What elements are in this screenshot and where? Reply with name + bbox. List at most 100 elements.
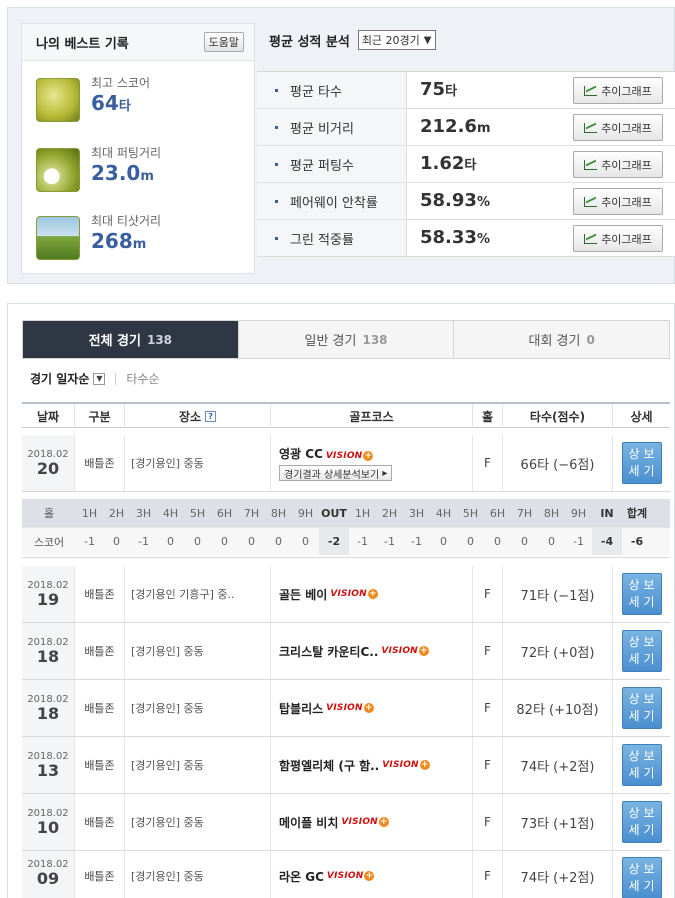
in-score: -4 xyxy=(592,528,622,555)
chevron-down-icon[interactable]: ▼ xyxy=(93,372,106,385)
scorecard-score-label: 스코어 xyxy=(33,535,65,549)
type-cell: 배틀존 xyxy=(74,794,124,850)
hole-cell: F xyxy=(472,851,502,898)
best-teeshot-item: 최대 티샷거리 268m xyxy=(36,212,246,262)
score-cell: 71타 (−1점) xyxy=(502,566,612,622)
bullet-icon xyxy=(275,125,278,129)
trend-graph-button[interactable]: 추이그래프 xyxy=(573,188,663,215)
hole-score: 0 xyxy=(221,535,228,548)
hole-number: 9H xyxy=(297,506,314,520)
course-name[interactable]: 골든 베이 xyxy=(279,586,327,603)
course-name[interactable]: 메이플 비치 xyxy=(279,814,338,831)
tab-normal-games[interactable]: 일반 경기 138 xyxy=(238,321,455,358)
stats-panel: 나의 베스트 기록 도움말 최고 스코어 64타 최대 퍼팅거리 23.0m 최… xyxy=(7,7,675,284)
tab-all-games[interactable]: 전체 경기 138 xyxy=(23,321,239,358)
date-cell: 2018.02 20 xyxy=(22,435,74,491)
course-name[interactable]: 탑블리스 xyxy=(279,700,323,717)
hole-number: 6H xyxy=(489,506,506,520)
detail-cell: 상세 보기 xyxy=(612,737,670,793)
hole-score: -1 xyxy=(84,535,95,548)
sort-by-date[interactable]: 경기 일자순 xyxy=(30,370,89,387)
detail-button[interactable]: 상세 보기 xyxy=(621,801,662,843)
trend-graph-button[interactable]: 추이그래프 xyxy=(573,225,663,252)
scorecard-hole-row: 홀 1H 2H 3H 4H 5H 6H 7H 8H 9H OUT 1H 2H 3… xyxy=(22,499,670,527)
detail-cell: 상세 보기 xyxy=(612,623,670,679)
score-cell: 82타 (+10점) xyxy=(502,680,612,736)
course-cell: 크리스탈 카운티C.. VISION + xyxy=(270,623,472,679)
average-header: 평균 성적 분석 최근 20경기 ▼ xyxy=(269,30,436,50)
sort-by-score[interactable]: 타수순 xyxy=(126,370,159,387)
trend-graph-button[interactable]: 추이그래프 xyxy=(573,114,663,141)
scorecard: 홀 1H 2H 3H 4H 5H 6H 7H 8H 9H OUT 1H 2H 3… xyxy=(22,497,670,558)
help-icon[interactable]: ? xyxy=(205,410,217,422)
date-cell: 2018.02 19 xyxy=(22,566,74,622)
best-teeshot-value: 268m xyxy=(91,229,147,253)
detail-button[interactable]: 상세 보기 xyxy=(621,857,662,898)
analysis-button[interactable]: 경기결과 상세분석보기 ▸ xyxy=(279,465,393,481)
detail-button[interactable]: 상세 보기 xyxy=(621,630,662,672)
course-name[interactable]: 라온 GC xyxy=(279,868,324,885)
col-course: 골프코스 xyxy=(270,404,472,428)
vision-logo: VISION + xyxy=(326,703,374,713)
hole-number: 8H xyxy=(270,506,287,520)
score-cell: 72타 (+0점) xyxy=(502,623,612,679)
table-row: 2018.02 18 배틀존 [경기용인] 중동 크리스탈 카운티C.. VISIO… xyxy=(22,623,670,680)
date-cell: 2018.02 10 xyxy=(22,794,74,850)
hole-number: 7H xyxy=(243,506,260,520)
type-cell: 배틀존 xyxy=(74,737,124,793)
hole-score: -1 xyxy=(573,535,584,548)
chart-icon xyxy=(584,85,598,96)
hole-number: 7H xyxy=(516,506,533,520)
hole-number: 3H xyxy=(408,506,425,520)
course-name[interactable]: 영광 CC xyxy=(279,447,323,461)
average-row: 평균 타수 75타 추이그래프 xyxy=(257,72,675,109)
detail-button[interactable]: 상세 보기 xyxy=(621,744,662,786)
average-row: 평균 비거리 212.6m 추이그래프 xyxy=(257,109,675,146)
tab-tournament-games[interactable]: 대회 경기 0 xyxy=(454,321,670,358)
average-row-value: 75타 xyxy=(420,79,458,100)
chart-icon xyxy=(584,196,598,207)
date-cell: 2018.02 13 xyxy=(22,737,74,793)
trend-graph-button[interactable]: 추이그래프 xyxy=(573,77,663,104)
teeshot-icon xyxy=(36,216,80,260)
best-putting-value: 23.0m xyxy=(91,161,154,185)
place-cell: [경기용인] 중동 xyxy=(124,435,270,491)
detail-button[interactable]: 상세 보기 xyxy=(621,687,662,729)
course-name[interactable]: 함평엘리체 (구 함.. xyxy=(279,757,379,774)
bullet-icon xyxy=(275,162,278,166)
average-row-label: 평균 타수 xyxy=(290,84,342,100)
course-name[interactable]: 크리스탈 카운티C.. xyxy=(279,643,378,660)
table-row: 2018.02 19 배틀존 [경기용인 기흥구] 중.. 골든 베이 VISION… xyxy=(22,566,670,623)
scorecard-hole-label: 홀 xyxy=(43,507,55,520)
hole-score: 0 xyxy=(521,535,528,548)
vision-logo: VISION + xyxy=(330,589,378,599)
trend-graph-button[interactable]: 추이그래프 xyxy=(573,151,663,178)
hole-cell: F xyxy=(472,794,502,850)
period-select[interactable]: 최근 20경기 ▼ xyxy=(357,30,436,50)
best-putting-item: 최대 퍼팅거리 23.0m xyxy=(36,144,246,194)
type-cell: 배틀존 xyxy=(74,566,124,622)
hole-score: 0 xyxy=(248,535,255,548)
type-cell: 배틀존 xyxy=(74,680,124,736)
help-button[interactable]: 도움말 xyxy=(203,32,244,52)
detail-button[interactable]: 상세 보기 xyxy=(621,442,662,484)
ball-trophy-icon xyxy=(36,78,80,122)
detail-button[interactable]: 상세 보기 xyxy=(621,573,662,615)
place-cell: [경기용인] 중동 xyxy=(124,737,270,793)
table-row: 2018.02 18 배틀존 [경기용인] 중동 탑블리스 VISION + F 82… xyxy=(22,680,670,737)
hole-number: 1H xyxy=(354,506,371,520)
average-title: 평균 성적 분석 xyxy=(269,34,350,50)
average-row: 그린 적중률 58.33% 추이그래프 xyxy=(257,220,675,257)
type-cell: 배틀존 xyxy=(74,623,124,679)
vision-logo: VISION + xyxy=(325,451,374,461)
average-row-label: 그린 적중률 xyxy=(290,232,354,248)
sort-bar: 경기 일자순 ▼ 타수순 xyxy=(30,370,160,387)
vision-logo: VISION + xyxy=(381,646,429,656)
bullet-icon xyxy=(275,236,278,240)
hole-number: 4H xyxy=(435,506,452,520)
best-score-label: 최고 스코어 xyxy=(91,76,151,90)
date-cell: 2018.02 18 xyxy=(22,623,74,679)
best-records-header: 나의 베스트 기록 도움말 xyxy=(22,24,254,61)
average-row-value: 1.62타 xyxy=(420,153,477,174)
table-header: 날짜 구분 장소? 골프코스 홀 타수(점수) 상세 xyxy=(22,402,670,428)
